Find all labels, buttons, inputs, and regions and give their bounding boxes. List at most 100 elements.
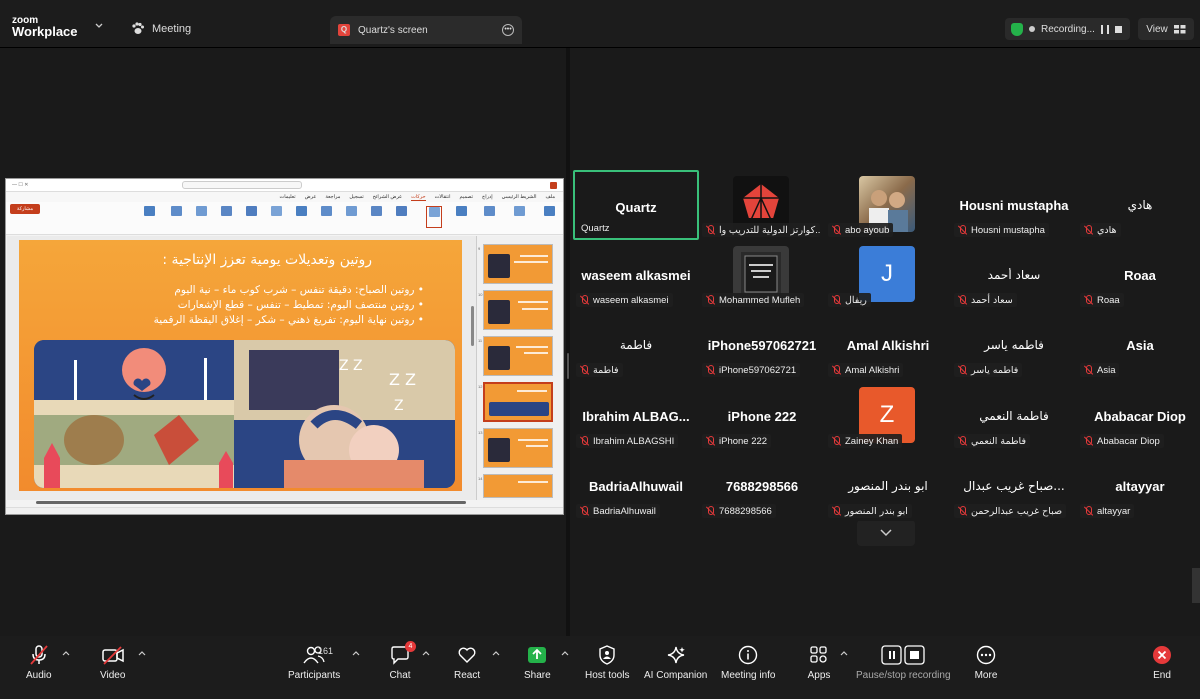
apps-button[interactable]: Apps — [807, 644, 831, 681]
participant-display-name: Quartz — [615, 200, 657, 215]
ai-companion-button[interactable]: AI Companion — [644, 644, 707, 681]
participant-tile[interactable]: abo ayoub — [825, 170, 951, 240]
participant-tile[interactable]: Housni mustapha Housni mustapha — [951, 170, 1077, 240]
participant-tile[interactable]: فاطمة النعمي فاطمة النعمي — [951, 381, 1077, 451]
participant-name-text: Roaa — [1097, 294, 1120, 306]
stop-icon[interactable] — [1114, 25, 1122, 33]
mic-muted-icon — [705, 506, 715, 516]
participant-tile[interactable]: Ababacar Diop Ababacar Diop — [1077, 381, 1200, 451]
participant-tile[interactable]: altayyar altayyar — [1077, 451, 1200, 521]
end-button[interactable]: End — [1150, 644, 1174, 681]
participant-display-name: Ababacar Diop — [1094, 409, 1186, 424]
close-icon — [1150, 644, 1174, 666]
participant-tile[interactable]: Quartz Quartz — [573, 170, 699, 240]
participant-tile[interactable]: صباح غريب عبدال... صباح غريب عبدالرحمن — [951, 451, 1077, 521]
chat-button[interactable]: 4 Chat — [388, 641, 416, 681]
participant-name-text: iPhone597062721 — [719, 364, 797, 376]
meeting-info-button[interactable]: Meeting info — [721, 644, 775, 681]
mic-muted-icon — [957, 436, 967, 446]
ppt-ribbon-item — [193, 206, 209, 228]
ppt-ribbon-item — [293, 206, 309, 228]
participant-display-name: Ibrahim ALBAG... — [582, 409, 690, 424]
participant-tile[interactable]: فاطمة فاطمة — [573, 310, 699, 380]
tab-meeting[interactable]: Meeting — [131, 22, 191, 35]
participant-tile[interactable]: iPhone597062721 iPhone597062721 — [699, 310, 825, 380]
share-options-caret[interactable] — [561, 650, 569, 658]
svg-text:Z Z: Z Z — [389, 370, 416, 389]
more-button[interactable]: More — [974, 644, 998, 681]
slide-thumbnail — [483, 244, 553, 284]
svg-text:Z: Z — [394, 398, 404, 414]
apps-options-caret[interactable] — [840, 650, 848, 658]
recording-indicator[interactable]: Recording... — [1005, 18, 1130, 40]
participant-name-label: Amal Alkishri — [828, 363, 904, 377]
video-options-caret[interactable] — [138, 650, 146, 658]
ppt-app-icon — [550, 181, 557, 189]
ppt-slide-thumbnails: 9 10 11 12 13 14 — [476, 236, 563, 500]
participant-tile[interactable]: سعاد أحمد سعاد أحمد — [951, 240, 1077, 310]
mic-muted-icon — [1083, 436, 1093, 446]
participant-tile[interactable]: iPhone 222 iPhone 222 — [699, 381, 825, 451]
pause-icon[interactable] — [1100, 24, 1109, 34]
slide-bullet: روتين الصباح: دقيقة تنفس – شرب كوب ماء –… — [44, 283, 424, 298]
react-options-caret[interactable] — [492, 650, 500, 658]
host-tools-button[interactable]: Host tools — [585, 644, 629, 681]
svg-text:Z Z: Z Z — [339, 358, 363, 374]
mic-muted-icon — [27, 644, 51, 666]
shield-icon — [595, 644, 619, 666]
participant-tile[interactable]: Ibrahim ALBAG... Ibrahim ALBAGSHI — [573, 381, 699, 451]
slide-thumbnail — [483, 428, 553, 468]
participant-tile[interactable]: Z Zainey Khan — [825, 381, 951, 451]
participant-name-label: صباح غريب عبدالرحمن — [954, 504, 1067, 518]
divider-grip[interactable] — [567, 353, 569, 379]
slide-thumbnail-selected — [483, 382, 553, 422]
participant-tile[interactable]: 7688298566 7688298566 — [699, 451, 825, 521]
heart-icon — [455, 644, 479, 666]
participant-tile[interactable]: هادي هادي — [1077, 170, 1200, 240]
react-button[interactable]: React — [454, 644, 480, 681]
share-button[interactable]: Share — [524, 644, 551, 681]
chevron-down-icon[interactable] — [95, 22, 103, 30]
participant-tile[interactable]: Asia Asia — [1077, 310, 1200, 380]
participant-tile[interactable]: waseem alkasmei waseem alkasmei — [573, 240, 699, 310]
participants-options-caret[interactable] — [352, 650, 360, 658]
participant-name-label: Ababacar Diop — [1080, 434, 1164, 448]
mic-muted-icon — [579, 506, 589, 516]
participant-name-text: فاطمه ياسر — [971, 364, 1019, 376]
participant-display-name: iPhone597062721 — [707, 338, 817, 353]
audio-options-caret[interactable] — [62, 650, 70, 658]
more-options-icon[interactable]: ••• — [502, 24, 514, 36]
participant-display-name: iPhone 222 — [727, 409, 797, 424]
participant-name-label: كوارتز الدولية للتدريب وا... — [702, 223, 820, 237]
participant-tile[interactable]: BadriaAlhuwail BadriaAlhuwail — [573, 451, 699, 521]
participant-display-name: هادي — [1127, 198, 1153, 212]
chat-options-caret[interactable] — [422, 650, 430, 658]
ppt-ribbon-item — [218, 206, 234, 228]
slide-thumbnail — [483, 290, 553, 330]
participant-tile[interactable]: J ريفال — [825, 240, 951, 310]
gallery-next-page-button[interactable] — [857, 520, 915, 546]
participant-tile[interactable]: Roaa Roaa — [1077, 240, 1200, 310]
canvas-vertical-scrollbar — [471, 306, 474, 346]
zoom-logo[interactable]: zoom Workplace — [12, 15, 78, 38]
ppt-share-button: مشاركة — [10, 204, 40, 214]
view-button[interactable]: View — [1138, 18, 1194, 40]
participants-button[interactable]: 161 Participants — [288, 644, 340, 681]
participant-tile[interactable]: كوارتز الدولية للتدريب وا... — [699, 170, 825, 240]
participant-tile[interactable]: فاطمه ياسر فاطمه ياسر — [951, 310, 1077, 380]
participant-tile[interactable]: Mohammed Mufleh — [699, 240, 825, 310]
participant-display-name: Roaa — [1124, 268, 1156, 283]
mic-muted-icon — [705, 225, 715, 235]
participant-tile[interactable]: Amal Alkishri Amal Alkishri — [825, 310, 951, 380]
tab-shared-screen[interactable]: Q Quartz's screen ••• — [330, 16, 522, 44]
ppt-ribbon-tabs: تعليمات عرض مراجعة تسجيل عرض الشرائح حركات انت… — [6, 192, 563, 202]
audio-button[interactable]: Audio — [26, 644, 52, 681]
participant-name-text: 7688298566 — [719, 505, 772, 517]
video-button[interactable]: Video — [100, 644, 125, 681]
gallery-scroll-handle[interactable] — [1192, 568, 1200, 603]
pause-stop-recording-button[interactable]: Pause/stop recording — [856, 644, 951, 681]
screen-owner-badge: Q — [338, 24, 350, 36]
participant-name-label: Ibrahim ALBAGSHI — [576, 434, 679, 448]
participant-name-text: Ababacar Diop — [1097, 435, 1160, 447]
participant-tile[interactable]: ابو بندر المنصور ابو بندر المنصور — [825, 451, 951, 521]
